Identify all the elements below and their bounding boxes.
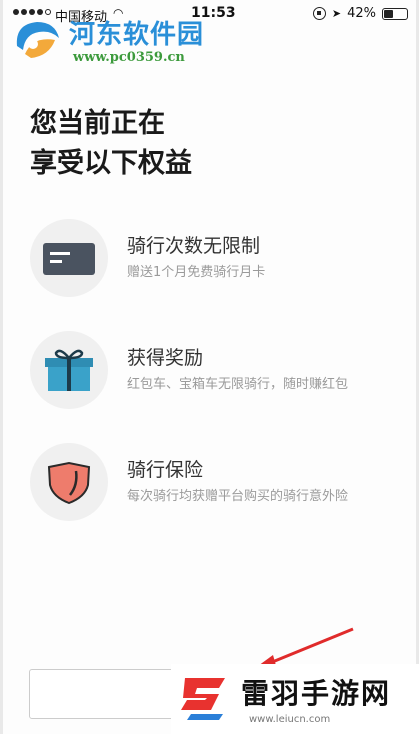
watermark-bottom: 雷羽手游网 www.leiucn.com (171, 664, 419, 734)
benefit-unlimited-rides: 骑行次数无限制 赠送1个月免费骑行月卡 (30, 219, 410, 299)
watermark-logo-icon (16, 22, 59, 58)
location-arrow-icon: ➤ (331, 7, 342, 20)
benefit-description: 每次骑行均获赠平台购买的骑行意外险 (127, 489, 349, 504)
shield-icon (47, 461, 91, 505)
card-icon (43, 243, 95, 275)
page-title-line1: 您当前正在 (30, 108, 165, 139)
app-screen: 中国移动 ◠ 11:53 ➤ 42% 河东软件园 www.pc0359.cn 您… (0, 0, 419, 734)
status-right-group: ➤ 42% (312, 6, 408, 21)
watermark-name: 河东软件园 (69, 20, 205, 50)
rotation-lock-icon (312, 7, 326, 20)
battery-percent: 42% (347, 6, 376, 21)
page-title-line2: 享受以下权益 (30, 148, 192, 179)
page-title: 您当前正在 享受以下权益 (30, 104, 192, 184)
bottom-button[interactable] (29, 669, 179, 719)
watermark-bottom-logo-icon (181, 678, 225, 720)
benefit-icon-circle (30, 331, 108, 409)
benefit-insurance: 骑行保险 每次骑行均获赠平台购买的骑行意外险 (30, 443, 410, 523)
benefit-icon-circle (30, 443, 108, 521)
benefit-title: 骑行保险 (127, 459, 204, 481)
gift-icon (45, 349, 93, 391)
benefit-description: 赠送1个月免费骑行月卡 (127, 265, 266, 280)
watermark-bottom-name: 雷羽手游网 (241, 677, 392, 710)
benefit-description: 红包车、宝箱车无限骑行，随时赚红包 (127, 377, 349, 392)
battery-icon (382, 7, 408, 20)
benefit-title: 骑行次数无限制 (127, 235, 261, 257)
watermark-top: 河东软件园 www.pc0359.cn (11, 12, 221, 72)
benefit-icon-circle (30, 219, 108, 297)
watermark-url: www.pc0359.cn (73, 50, 185, 65)
benefit-rewards: 获得奖励 红包车、宝箱车无限骑行，随时赚红包 (30, 331, 410, 411)
benefit-title: 获得奖励 (127, 347, 204, 369)
battery-fill (384, 9, 393, 18)
watermark-bottom-url: www.leiucn.com (249, 714, 331, 725)
